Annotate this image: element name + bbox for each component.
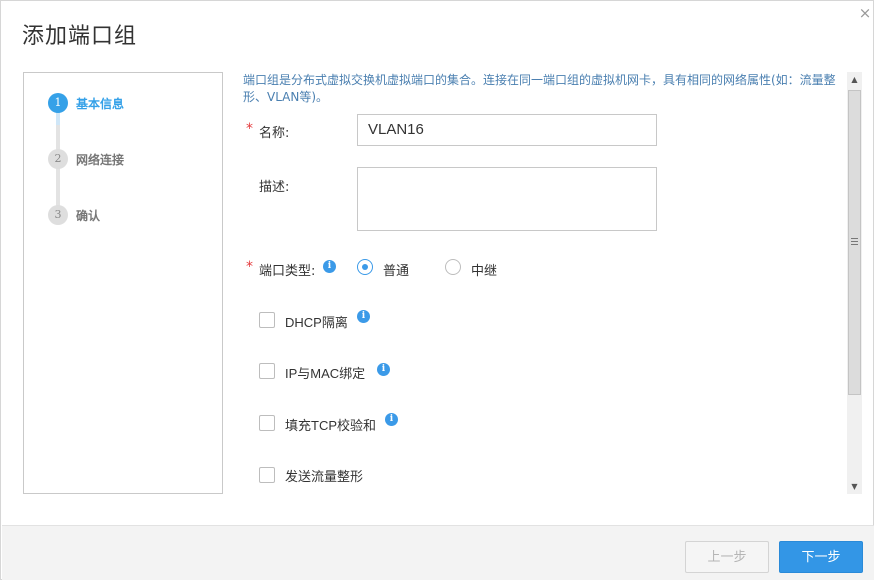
description-textarea[interactable] [357, 167, 657, 231]
port-type-label: 端口类型: [259, 264, 316, 279]
traffic-shaping-label[interactable]: 发送流量整形 [285, 466, 363, 485]
dhcp-isolation-label[interactable]: DHCP隔离 [285, 312, 348, 331]
port-type-required-mark: * [246, 259, 253, 275]
step-3-label[interactable]: 确认 [76, 207, 100, 224]
ip-mac-binding-checkbox[interactable] [259, 363, 275, 379]
next-step-button[interactable]: 下一步 [779, 541, 863, 573]
wizard-steps-panel: 1 基本信息 2 网络连接 3 确认 [23, 72, 223, 494]
step-3-number: 3 [48, 205, 68, 225]
port-type-trunk-radio[interactable] [445, 259, 461, 275]
port-type-normal-label[interactable]: 普通 [383, 260, 409, 279]
scroll-up-arrow-icon[interactable]: ▲ [847, 72, 862, 87]
port-type-normal-radio[interactable] [357, 259, 373, 275]
name-label: 名称: [259, 126, 290, 141]
previous-step-button[interactable]: 上一步 [685, 541, 769, 573]
scroll-down-arrow-icon[interactable]: ▼ [847, 479, 862, 494]
port-type-info-icon[interactable]: i [323, 260, 336, 273]
scroll-grip-icon [851, 238, 858, 245]
tcp-checksum-info-icon[interactable]: i [385, 413, 398, 426]
scroll-thumb[interactable] [848, 90, 861, 395]
tcp-checksum-label[interactable]: 填充TCP校验和 [285, 415, 376, 434]
ip-mac-binding-info-icon[interactable]: i [377, 363, 390, 376]
traffic-shaping-checkbox[interactable] [259, 467, 275, 483]
step-1-number: 1 [48, 93, 68, 113]
step-1-label[interactable]: 基本信息 [76, 95, 124, 112]
step-2-label[interactable]: 网络连接 [76, 151, 124, 168]
ip-mac-binding-label[interactable]: IP与MAC绑定 [285, 363, 365, 382]
tcp-checksum-checkbox[interactable] [259, 415, 275, 431]
content-scrollbar[interactable]: ▲ ▼ [847, 72, 862, 494]
step-2-number: 2 [48, 149, 68, 169]
port-group-description: 端口组是分布式虚拟交换机虚拟端口的集合。连接在同一端口组的虚拟机网卡，具有相同的… [243, 73, 836, 104]
name-required-mark: * [246, 121, 253, 137]
port-type-trunk-label[interactable]: 中继 [471, 260, 497, 279]
dhcp-isolation-checkbox[interactable] [259, 312, 275, 328]
close-icon[interactable]: × [858, 6, 872, 21]
description-label: 描述: [259, 180, 290, 195]
add-port-group-dialog: 添加端口组 × 1 基本信息 2 网络连接 3 确认 端口组是分布式虚拟交换机虚… [0, 0, 874, 580]
dhcp-isolation-info-icon[interactable]: i [357, 310, 370, 323]
dialog-title: 添加端口组 [22, 24, 138, 49]
name-input[interactable]: VLAN16 [357, 114, 657, 146]
